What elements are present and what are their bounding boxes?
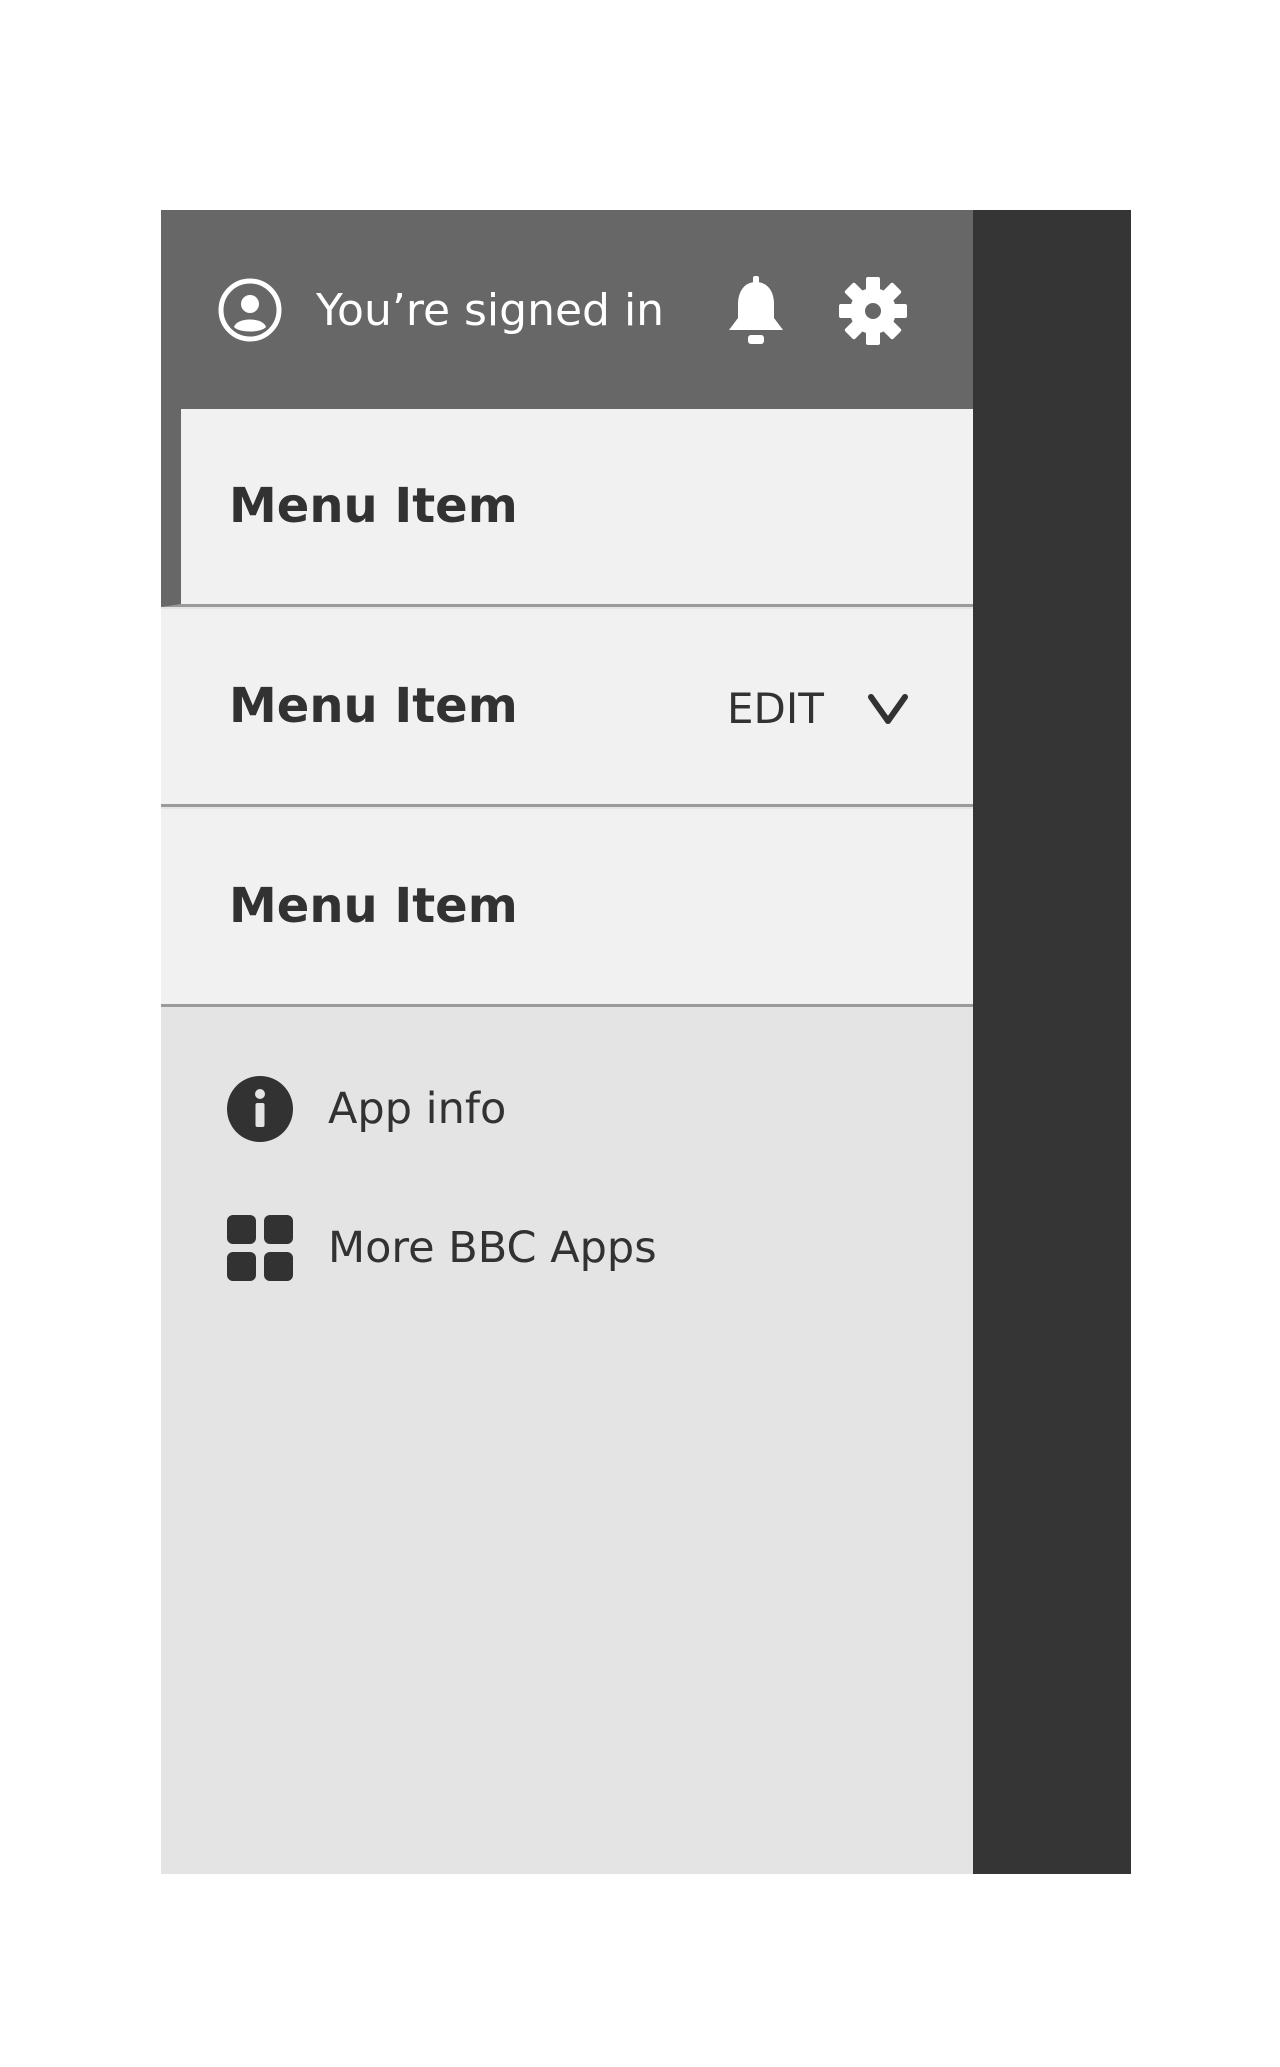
drawer-header: You’re signed in (161, 210, 973, 409)
content-scrim[interactable] (973, 210, 1131, 1874)
apps-grid-icon (227, 1215, 293, 1281)
more-bbc-apps-label: More BBC Apps (328, 1223, 657, 1273)
app-info-label: App info (328, 1084, 507, 1134)
menu-item-label: Menu Item (229, 878, 518, 934)
navigation-drawer: You’re signed in Menu Item Menu Item EDI… (161, 210, 973, 1874)
signed-in-label[interactable]: You’re signed in (316, 281, 664, 341)
menu-item-label: Menu Item (229, 678, 518, 734)
settings-gear-icon[interactable] (838, 276, 908, 346)
more-bbc-apps-link[interactable]: More BBC Apps (227, 1215, 927, 1285)
app-frame: You’re signed in Menu Item Menu Item EDI… (161, 210, 1131, 1874)
notifications-bell-icon[interactable] (723, 276, 789, 346)
menu-item-2[interactable]: Menu Item EDIT (161, 609, 973, 807)
menu-item-1[interactable]: Menu Item (161, 409, 973, 607)
menu-item-label: Menu Item (229, 478, 518, 534)
edit-button[interactable]: EDIT (727, 679, 824, 739)
app-info-link[interactable]: App info (227, 1076, 927, 1146)
info-icon (227, 1076, 293, 1142)
chevron-down-icon[interactable] (867, 693, 909, 725)
menu-item-3[interactable]: Menu Item (161, 809, 973, 1007)
user-account-icon[interactable] (217, 277, 283, 343)
